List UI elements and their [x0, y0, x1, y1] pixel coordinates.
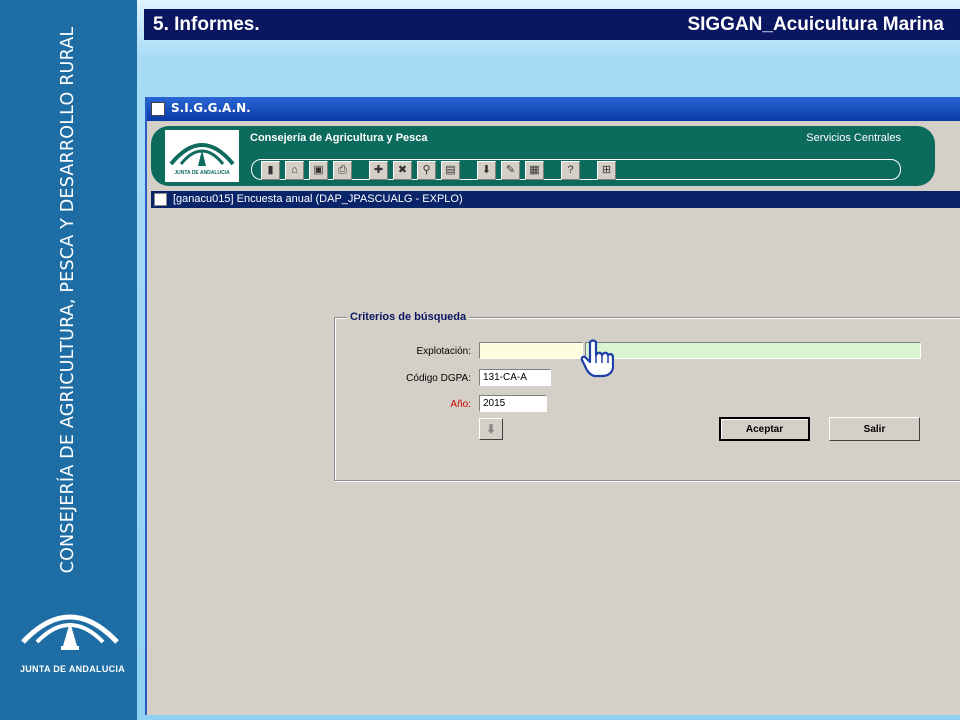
- find-icon[interactable]: ⚲: [417, 161, 436, 180]
- codigo-dgpa-label: Código DGPA:: [406, 373, 471, 384]
- app-titlebar[interactable]: S.I.G.G.A.N.: [147, 97, 960, 121]
- edit-icon[interactable]: ✎: [501, 161, 520, 180]
- app-window: S.I.G.G.A.N. JUNTA DE ANDALUCIA Consejer…: [145, 97, 960, 715]
- junta-arches-icon: [21, 614, 119, 650]
- organization-name: Consejería de Agricultura y Pesca: [250, 132, 428, 144]
- junta-arches-icon: [169, 143, 235, 166]
- anio-label: Año:: [450, 399, 471, 410]
- form-icon: [154, 193, 167, 206]
- download-icon: ⬇: [485, 422, 497, 436]
- preview-icon[interactable]: ▤: [441, 161, 460, 180]
- service-name: Servicios Centrales: [806, 132, 901, 144]
- insert-record-icon[interactable]: ✚: [369, 161, 388, 180]
- calendar-icon[interactable]: ▦: [525, 161, 544, 180]
- logo-caption: JUNTA DE ANDALUCIA: [19, 664, 126, 674]
- hand-pointer-icon: [580, 339, 614, 378]
- save-icon[interactable]: ▣: [309, 161, 328, 180]
- search-criteria-group: Criterios de búsqueda Explotación: Códig…: [334, 311, 960, 481]
- delete-record-icon[interactable]: ✖: [393, 161, 412, 180]
- codigo-dgpa-input[interactable]: 131-CA-A: [479, 369, 551, 386]
- java-app-icon: [151, 102, 165, 116]
- accept-button[interactable]: Aceptar: [719, 417, 810, 441]
- exit-button[interactable]: Salir: [829, 417, 920, 441]
- list-values-button[interactable]: ⬇: [479, 418, 503, 440]
- header-logo-caption: JUNTA DE ANDALUCIA: [174, 170, 230, 176]
- exit-icon[interactable]: ▮: [261, 161, 280, 180]
- junta-andalucia-logo: JUNTA DE ANDALUCIA: [10, 600, 125, 690]
- document-titlebar[interactable]: [ganacu015] Encuesta anual (DAP_JPASCUAL…: [151, 191, 960, 208]
- document-title: [ganacu015] Encuesta anual (DAP_JPASCUAL…: [173, 193, 463, 205]
- help-icon[interactable]: ?: [561, 161, 580, 180]
- slide-title-bar: 5. Informes. SIGGAN_Acuicultura Marina: [144, 9, 960, 40]
- search-criteria-legend: Criterios de búsqueda: [347, 311, 470, 323]
- slide-title: 5. Informes.: [153, 14, 260, 35]
- left-panel: CONSEJERÍA DE AGRICULTURA, PESCA Y DESAR…: [0, 0, 137, 720]
- app-header: JUNTA DE ANDALUCIA Consejería de Agricul…: [151, 126, 935, 186]
- anio-input[interactable]: 2015: [479, 395, 547, 412]
- explotacion-label: Explotación:: [416, 346, 471, 357]
- explotacion-code-input[interactable]: [479, 342, 583, 359]
- hierarchy-icon[interactable]: ⊞: [597, 161, 616, 180]
- slide-subtitle: SIGGAN_Acuicultura Marina: [687, 14, 944, 35]
- print-icon[interactable]: ⎙: [333, 161, 352, 180]
- ministry-vertical-text: CONSEJERÍA DE AGRICULTURA, PESCA Y DESAR…: [58, 26, 78, 574]
- header-logo: JUNTA DE ANDALUCIA: [165, 130, 239, 182]
- download-icon[interactable]: ⬇: [477, 161, 496, 180]
- folder-open-icon[interactable]: ⌂: [285, 161, 304, 180]
- app-window-title: S.I.G.G.A.N.: [171, 101, 251, 115]
- explotacion-name-input[interactable]: [585, 342, 921, 359]
